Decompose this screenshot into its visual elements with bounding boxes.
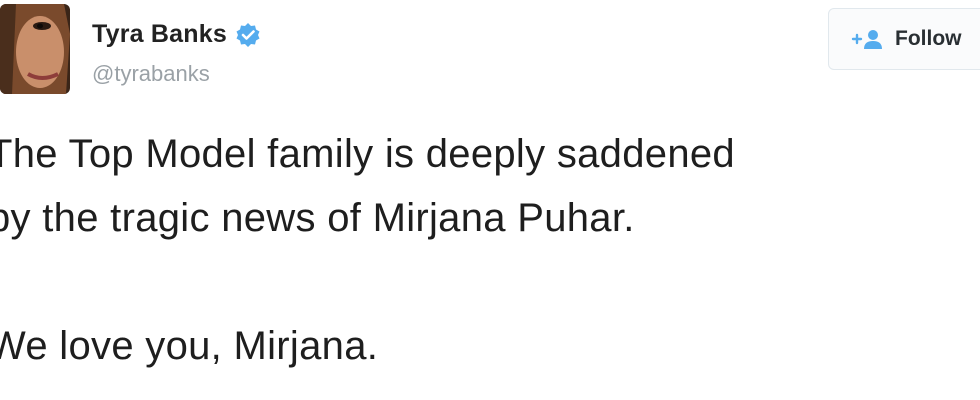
display-name[interactable]: Tyra Banks [92, 20, 227, 49]
tweet-text: The Top Model family is deeply saddened … [0, 122, 980, 378]
follow-button[interactable]: Follow [828, 8, 980, 70]
user-name-row: Tyra Banks [92, 20, 261, 49]
avatar[interactable] [0, 4, 70, 94]
tweet-line-3: We love you, Mirjana. [0, 324, 379, 368]
follow-person-icon [851, 28, 885, 50]
follow-label: Follow [895, 27, 962, 50]
verified-badge-icon [235, 22, 261, 48]
avatar-photo [0, 4, 70, 94]
tweet-paragraph-gap [0, 250, 980, 314]
tweet-line-1: The Top Model family is deeply saddened [0, 132, 735, 176]
user-handle[interactable]: @tyrabanks [92, 61, 210, 87]
tweet-line-2: by the tragic news of Mirjana Puhar. [0, 196, 635, 240]
